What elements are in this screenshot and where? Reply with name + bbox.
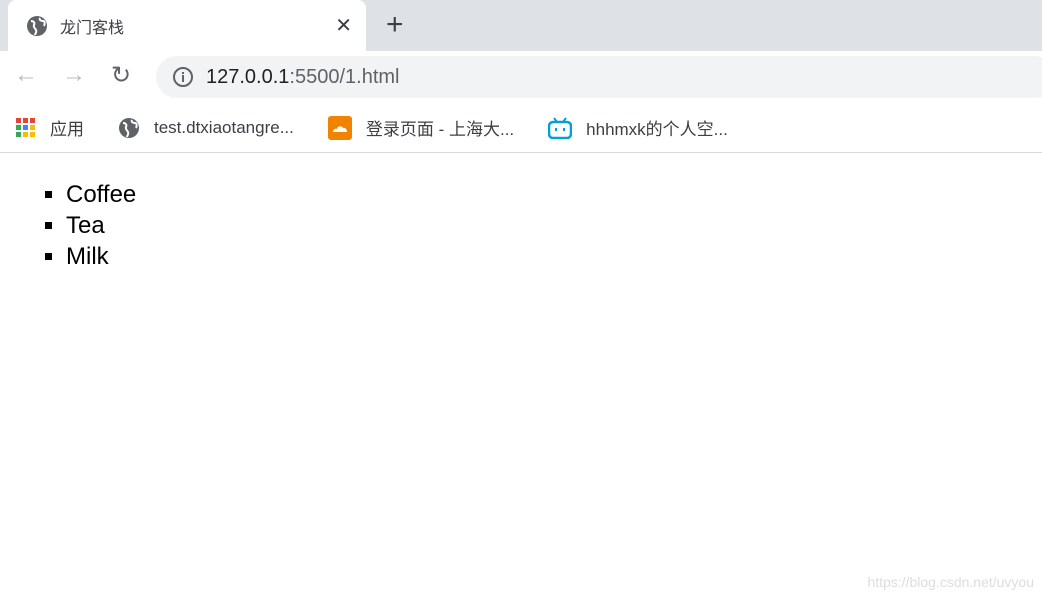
url-host: 127.0.0.1 [206,65,290,88]
list-item: Milk [66,241,1042,272]
bilibili-icon [548,116,573,139]
bookmark-label: 应用 [50,120,84,139]
back-button[interactable]: ← [14,61,38,89]
globe-icon [119,117,139,138]
bookmark-label: test.dtxiaotangre... [154,117,294,137]
bookmark-apps[interactable]: 应用 [16,115,84,140]
url-path: :5500/1.html [289,65,400,88]
bookmark-label: hhhmxk的个人空... [586,120,728,139]
bookmark-label: 登录页面 - 上海大... [365,120,515,139]
close-tab-button[interactable]: ✕ [335,13,352,38]
list-item: Coffee [66,179,1042,210]
orange-cloud-icon [327,115,352,140]
new-tab-button[interactable]: + [386,8,404,42]
active-tab[interactable]: 龙门客栈 ✕ [8,0,366,51]
bookmark-bilibili[interactable]: hhhmxk的个人空... [548,115,728,140]
bookmark-login-page[interactable]: 登录页面 - 上海大... [327,115,515,140]
tab-strip: 龙门客栈 ✕ + [0,0,1042,51]
forward-button[interactable]: → [62,61,86,89]
bookmark-test-site[interactable]: test.dtxiaotangre... [118,117,294,139]
globe-icon [27,15,47,36]
list-item: Tea [66,210,1042,241]
url-text[interactable]: 127.0.0.1:5500/1.html [206,66,400,89]
watermark: https://blog.csdn.net/uvyou [867,574,1034,590]
reload-button[interactable]: ↻ [111,61,131,90]
info-icon[interactable] [172,66,194,88]
toolbar: ← → ↻ 127.0.0.1:5500/1.html [0,51,1042,103]
address-bar[interactable]: 127.0.0.1:5500/1.html [156,56,1042,98]
tab-title: 龙门客栈 [60,19,125,37]
drink-list: Coffee Tea Milk [66,179,1042,272]
apps-grid-icon [16,117,35,137]
bookmarks-bar: 应用 test.dtxiaotangre... 登录页面 - 上海大... hh… [0,103,1042,153]
